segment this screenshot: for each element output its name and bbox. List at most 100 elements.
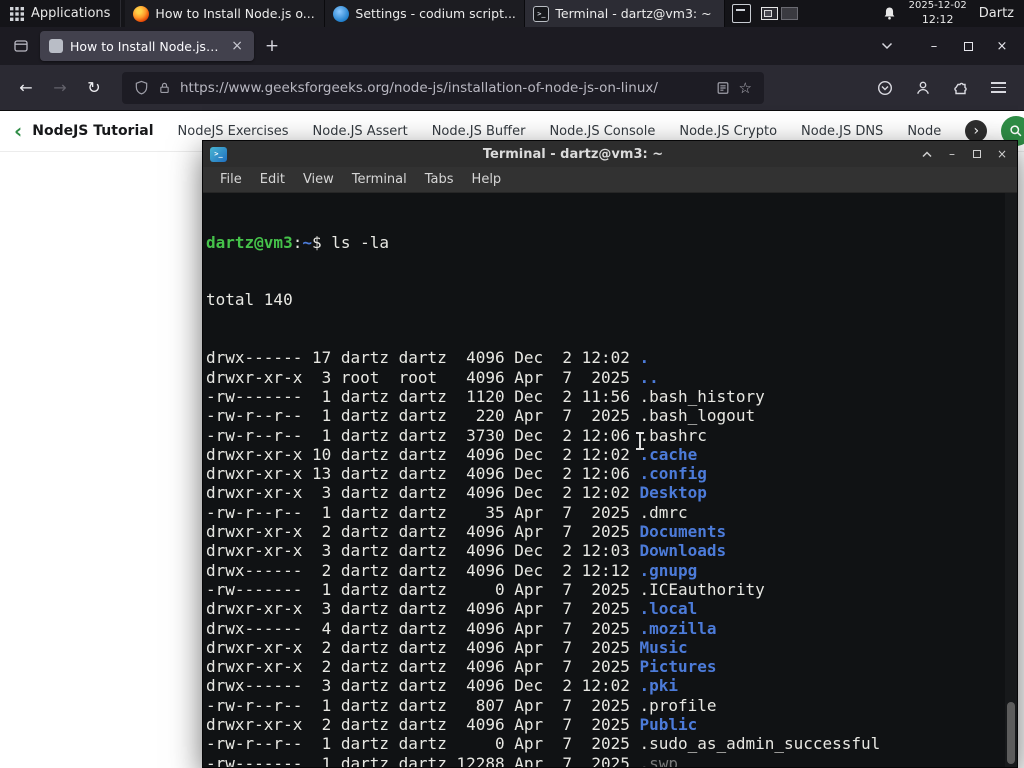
terminal-listing-line: drwxr-xr-x 10 dartz dartz 4096 Dec 2 12:… — [206, 444, 698, 464]
terminal-listing-line: drwxr-xr-x 2 dartz dartz 4096 Apr 7 2025… — [206, 637, 688, 657]
tab-favicon — [49, 39, 63, 53]
back-button[interactable]: ← — [10, 72, 42, 104]
prompt-colon: : — [292, 232, 303, 252]
url-bar[interactable]: https://www.geeksforgeeks.org/node-js/in… — [122, 71, 764, 104]
terminal-close-button[interactable]: × — [994, 146, 1010, 162]
terminal-titlebar[interactable]: >_ Terminal - dartz@vm3: ~ – × — [203, 141, 1017, 167]
toolbar-right-icons — [877, 80, 1014, 96]
terminal-shade-button[interactable] — [919, 146, 935, 162]
subnav-more-button[interactable]: › — [965, 120, 988, 142]
clock-time: 12:12 — [921, 12, 954, 26]
window-controls: – × — [918, 32, 1018, 60]
browser-minimize-button[interactable]: – — [918, 32, 950, 60]
terminal-app-icon: >_ — [210, 146, 227, 162]
url-text[interactable]: https://www.geeksforgeeks.org/node-js/in… — [180, 80, 707, 96]
bookmark-star-icon[interactable]: ☆ — [739, 79, 752, 97]
file-name: Public — [639, 715, 698, 735]
prompt-user-host: dartz@vm3 — [206, 232, 293, 252]
firefox-icon — [133, 5, 150, 22]
subnav-link[interactable]: Node.JS Console — [549, 124, 655, 139]
terminal-window: >_ Terminal - dartz@vm3: ~ – × File Edit… — [202, 140, 1018, 768]
taskbar-item-terminal[interactable]: >_ Terminal - dartz@vm3: ~ — [525, 0, 726, 27]
maximize-icon — [963, 41, 973, 51]
terminal-listing-line: drwxr-xr-x 2 dartz dartz 4096 Apr 7 2025… — [206, 522, 727, 542]
applications-menu-button[interactable]: Applications — [0, 0, 120, 27]
tab-close-icon[interactable]: × — [229, 38, 245, 54]
new-tab-button[interactable]: + — [258, 32, 286, 60]
terminal-listing-line: -rw------- 1 dartz dartz 0 Apr 7 2025 .I… — [206, 579, 765, 599]
file-name: .bash_history — [639, 386, 765, 406]
browser-maximize-button[interactable] — [952, 32, 984, 60]
taskbar: How to Install Node.js o... Settings - c… — [125, 0, 726, 27]
workspace-switcher — [760, 7, 798, 20]
list-all-tabs-button[interactable] — [874, 33, 900, 59]
subnav-link[interactable]: Node — [907, 124, 941, 139]
terminal-listing-line: drwx------ 2 dartz dartz 4096 Dec 2 12:1… — [206, 560, 698, 580]
subnav-link[interactable]: NodeJS Exercises — [178, 124, 289, 139]
tracking-shield-icon[interactable] — [134, 80, 149, 95]
file-name: .dmrc — [639, 502, 688, 522]
account-icon[interactable] — [915, 80, 931, 96]
terminal-maximize-button[interactable] — [969, 146, 985, 162]
terminal-listing-line: -rw-r--r-- 1 dartz dartz 3730 Dec 2 12:0… — [206, 425, 707, 445]
workspace-2[interactable] — [780, 7, 798, 20]
subnav-link[interactable]: Node.JS DNS — [801, 124, 883, 139]
navigation-toolbar: ← → ↻ https://www.geeksforgeeks.org/node… — [0, 65, 1024, 111]
menu-tabs[interactable]: Tabs — [416, 172, 463, 187]
prompt-cwd: ~ — [302, 232, 312, 252]
terminal-listing-line: -rw------- 1 dartz dartz 1120 Dec 2 11:5… — [206, 386, 765, 406]
terminal-command: ls -la — [331, 232, 390, 252]
terminal-listing-line: -rw-r--r-- 1 dartz dartz 0 Apr 7 2025 .s… — [206, 734, 881, 754]
terminal-minimize-button[interactable]: – — [944, 146, 960, 162]
firefox-view-button[interactable] — [6, 32, 36, 60]
subnav-link[interactable]: Node.JS Buffer — [432, 124, 526, 139]
terminal-listing-line: drwx------ 17 dartz dartz 4096 Dec 2 12:… — [206, 348, 650, 368]
taskbar-item-title: How to Install Node.js o... — [155, 6, 315, 21]
subnav-link[interactable]: Node.JS Crypto — [679, 124, 777, 139]
subnav-link[interactable]: Node.JS Assert — [313, 124, 408, 139]
file-name: .pki — [639, 676, 679, 696]
terminal-scrollbar[interactable] — [1005, 193, 1017, 767]
browser-close-button[interactable]: × — [986, 32, 1018, 60]
file-name: .gnupg — [639, 560, 698, 580]
terminal-menubar: File Edit View Terminal Tabs Help — [203, 167, 1017, 193]
terminal-listing-line: drwxr-xr-x 3 root root 4096 Apr 7 2025 .… — [206, 367, 659, 387]
taskbar-item-browser[interactable]: How to Install Node.js o... — [125, 0, 326, 27]
extensions-icon[interactable] — [953, 80, 969, 96]
terminal-prompt-line: dartz@vm3:~$ ls -la — [206, 233, 1003, 252]
menu-view[interactable]: View — [294, 172, 343, 187]
terminal-listing-line: -rw-r--r-- 1 dartz dartz 35 Apr 7 2025 .… — [206, 502, 688, 522]
file-name: .bashrc — [639, 425, 707, 445]
tray-terminal-icon[interactable] — [731, 4, 751, 23]
terminal-listing-line: drwx------ 4 dartz dartz 4096 Apr 7 2025… — [206, 618, 717, 638]
taskbar-item-settings[interactable]: Settings - codium script... — [325, 0, 526, 27]
terminal-scrollbar-thumb[interactable] — [1007, 702, 1015, 764]
forward-button[interactable]: → — [44, 72, 76, 104]
pocket-icon[interactable] — [877, 80, 893, 96]
terminal-listing-line: drwx------ 3 dartz dartz 4096 Dec 2 12:0… — [206, 676, 679, 696]
file-name: Documents — [639, 522, 727, 542]
terminal-body[interactable]: dartz@vm3:~$ ls -la total 140 drwx------… — [203, 193, 1017, 767]
subnav-back-icon[interactable]: ‹ — [14, 119, 22, 143]
reload-button[interactable]: ↻ — [78, 72, 110, 104]
menu-terminal[interactable]: Terminal — [343, 172, 416, 187]
file-name: .bash_logout — [639, 406, 756, 426]
terminal-listing-line: -rw------- 1 dartz dartz 12288 Apr 7 202… — [206, 754, 1003, 767]
subnav-current-item[interactable]: NodeJS Tutorial — [32, 123, 153, 139]
menu-icon[interactable] — [991, 81, 1006, 94]
user-name[interactable]: Dartz — [979, 6, 1014, 21]
file-name: .mozilla — [639, 618, 717, 638]
browser-tab[interactable]: How to Install Node.js on × — [40, 31, 254, 61]
menu-help[interactable]: Help — [463, 172, 511, 187]
terminal-window-controls: – × — [919, 146, 1010, 162]
reader-mode-icon[interactable] — [716, 81, 730, 95]
file-name: . — [639, 348, 650, 368]
workspace-1[interactable] — [760, 7, 778, 20]
file-name: .swp — [639, 753, 679, 767]
terminal-listing-line: drwxr-xr-x 3 dartz dartz 4096 Dec 2 12:0… — [206, 483, 707, 503]
menu-edit[interactable]: Edit — [251, 172, 294, 187]
notification-bell-icon[interactable] — [882, 6, 897, 21]
menu-file[interactable]: File — [211, 172, 251, 187]
clock[interactable]: 2025-12-02 12:12 — [909, 0, 967, 26]
terminal-total-line: total 140 — [206, 290, 293, 310]
